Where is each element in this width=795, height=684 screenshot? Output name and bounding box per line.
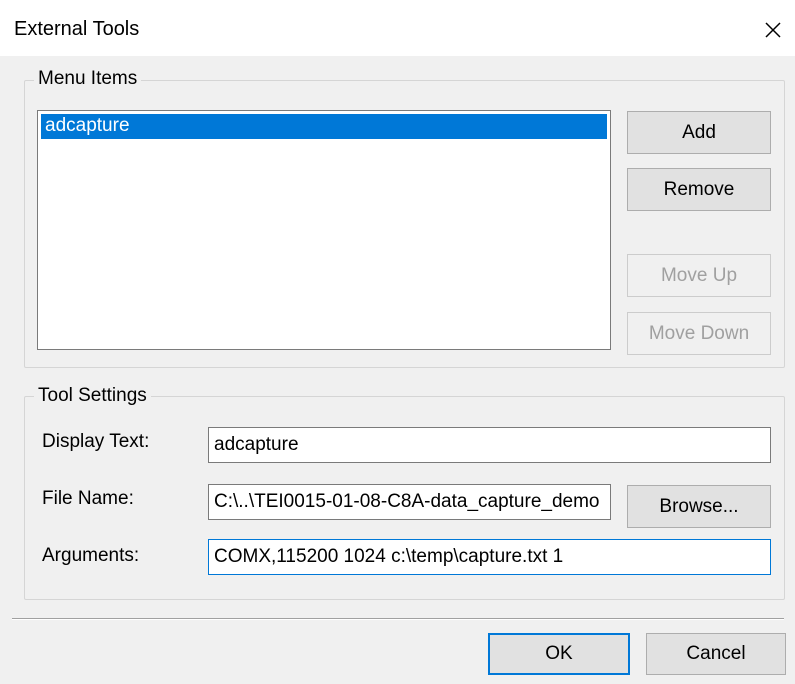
menu-items-list[interactable]: adcapture	[37, 110, 611, 350]
list-item[interactable]: adcapture	[41, 114, 607, 139]
file-name-label: File Name:	[42, 488, 134, 509]
ok-button[interactable]: OK	[488, 633, 630, 675]
move-down-button[interactable]: Move Down	[627, 312, 771, 355]
arguments-label: Arguments:	[42, 545, 140, 566]
tool-settings-group-label: Tool Settings	[34, 385, 151, 407]
remove-button[interactable]: Remove	[627, 168, 771, 211]
close-icon	[765, 22, 781, 38]
add-button[interactable]: Add	[627, 111, 771, 154]
close-button[interactable]	[757, 14, 789, 46]
window-title: External Tools	[14, 18, 140, 40]
title-bar: External Tools	[0, 0, 795, 56]
footer-separator	[12, 618, 784, 620]
move-up-button[interactable]: Move Up	[627, 254, 771, 297]
menu-items-group-label: Menu Items	[34, 68, 142, 90]
arguments-field[interactable]: COMX,115200 1024 c:\temp\capture.txt 1	[208, 539, 771, 575]
display-text-label: Display Text:	[42, 431, 150, 452]
file-name-field[interactable]: C:\..\TEI0015-01-08-C8A-data_capture_dem…	[208, 484, 611, 520]
display-text-field[interactable]: adcapture	[208, 427, 771, 463]
cancel-button[interactable]: Cancel	[646, 633, 786, 675]
browse-button[interactable]: Browse...	[627, 485, 771, 528]
